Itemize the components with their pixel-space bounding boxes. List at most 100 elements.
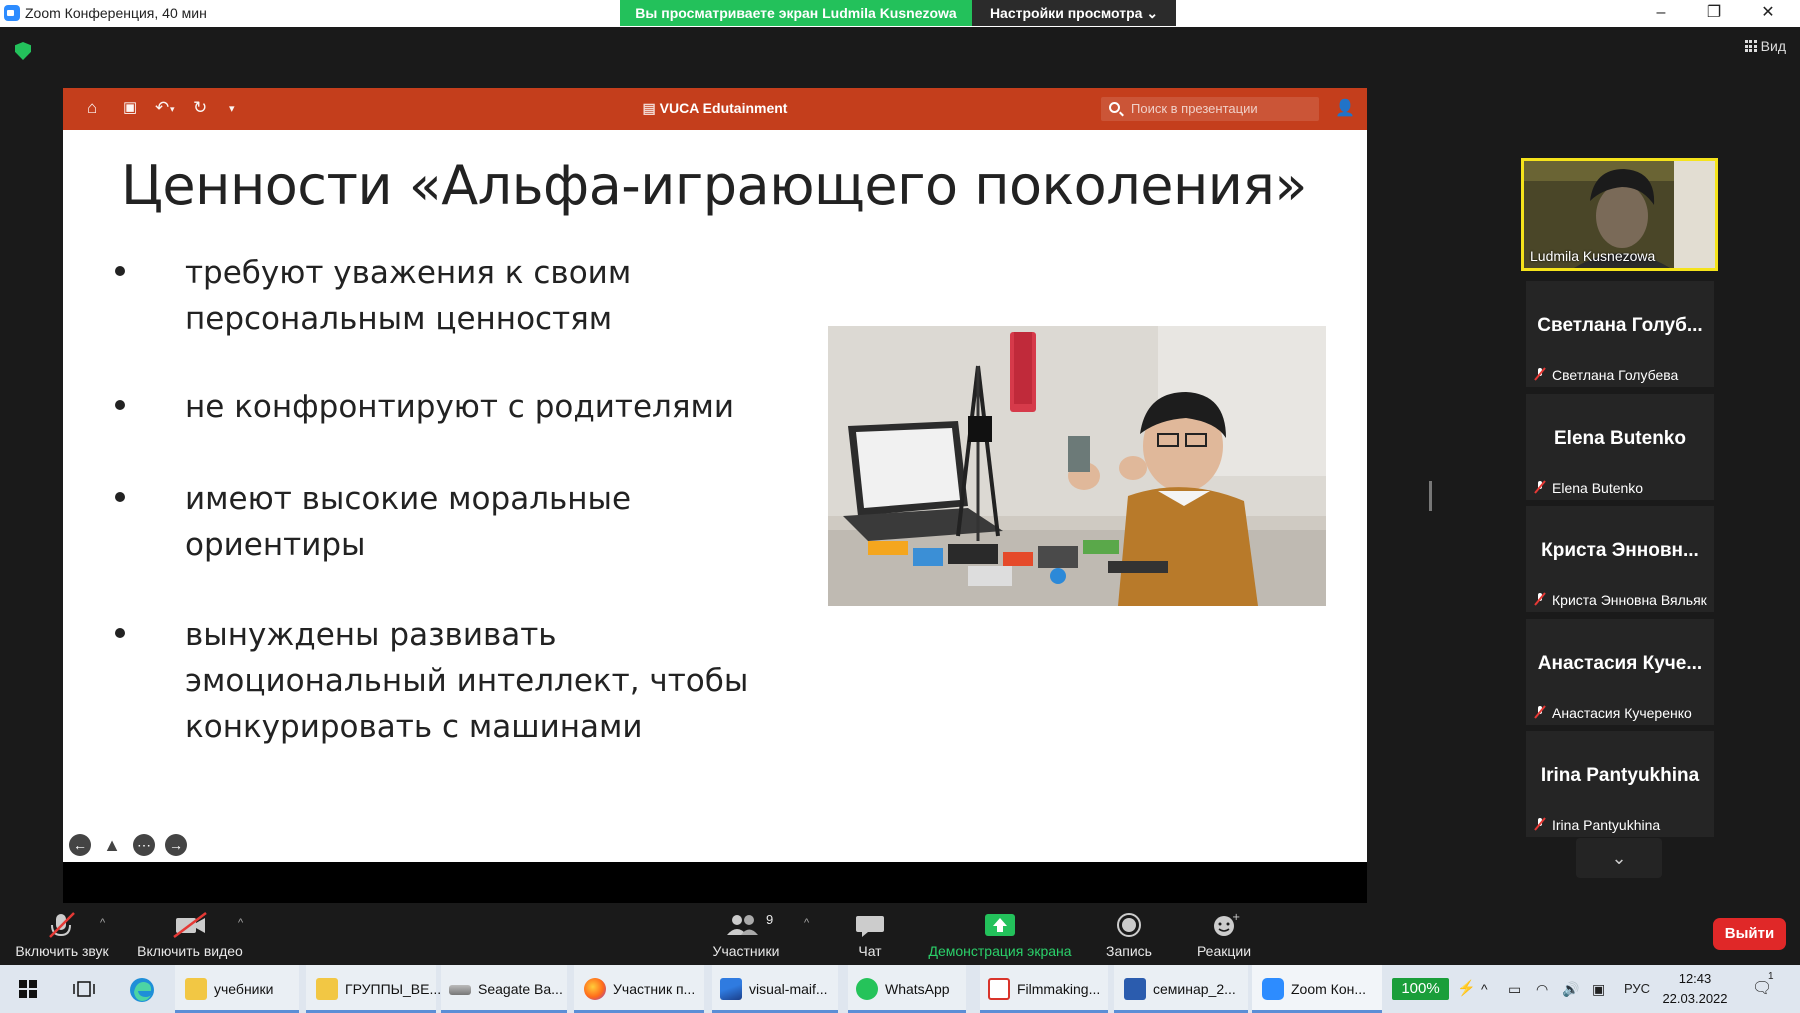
edge-browser-icon[interactable] bbox=[128, 976, 156, 1004]
share-screen-button[interactable]: Демонстрация экрана bbox=[916, 903, 1084, 965]
taskbar-item[interactable]: Участник п... bbox=[574, 965, 704, 1013]
search-icon bbox=[1109, 102, 1120, 113]
participant-name: Irina Pantyukhina bbox=[1552, 817, 1661, 833]
taskbar-item[interactable]: WhatsApp bbox=[848, 965, 966, 1013]
previous-slide-icon[interactable]: ← bbox=[69, 834, 91, 856]
participant-name: Elena Butenko bbox=[1552, 480, 1644, 496]
security-shield-icon[interactable] bbox=[15, 42, 31, 60]
active-speaker-video[interactable]: Ludmila Kusnezowa bbox=[1521, 158, 1718, 271]
bullet-dot bbox=[115, 492, 125, 502]
taskbar-item-label: Filmmaking... bbox=[1017, 981, 1101, 997]
taskbar-item-label: Участник п... bbox=[613, 981, 696, 997]
muted-mic-icon bbox=[1534, 592, 1546, 606]
record-label: Запись bbox=[1106, 943, 1152, 959]
taskbar-item[interactable]: семинар_2... bbox=[1114, 965, 1248, 1013]
battery-indicator[interactable]: 100% bbox=[1392, 978, 1449, 1000]
taskbar-item-label: ГРУППЫ_ВЕ... bbox=[345, 981, 442, 997]
record-button[interactable]: Запись bbox=[1094, 903, 1164, 965]
share-user-icon[interactable]: 👤 bbox=[1335, 98, 1355, 120]
taskbar-item[interactable]: Zoom Кон... bbox=[1252, 965, 1382, 1013]
participants-label: Участники bbox=[712, 943, 780, 959]
chat-label: Чат bbox=[858, 943, 882, 959]
screen-share-banner: Вы просматриваете экран Ludmila Kusnezow… bbox=[620, 0, 972, 26]
start-video-label: Включить видео bbox=[137, 943, 243, 959]
leave-button[interactable]: Выйти bbox=[1713, 918, 1786, 950]
show-hidden-icons-icon[interactable]: ^ bbox=[1481, 965, 1488, 1013]
share-screen-icon bbox=[985, 914, 1015, 936]
close-icon[interactable]: ✕ bbox=[1745, 0, 1791, 26]
zoom-app-icon bbox=[4, 5, 20, 21]
powerpoint-toolbar: ⌂ ▣ ↶ ▾ ↻ ▾ ▤ VUCA Edutainment Поиск в п… bbox=[63, 88, 1367, 130]
chevron-down-icon: ⌄ bbox=[1146, 5, 1159, 21]
bullet-text: имеют высокие моральные ориентиры bbox=[185, 481, 632, 563]
wifi-icon[interactable]: ◠ bbox=[1536, 965, 1548, 1013]
taskbar-item[interactable]: учебники bbox=[175, 965, 299, 1013]
battery-tray-icon[interactable]: ▭ bbox=[1508, 965, 1521, 1013]
taskbar-item[interactable]: Seagate Ba... bbox=[441, 965, 567, 1013]
power-plug-icon[interactable]: ⚡ bbox=[1457, 965, 1476, 1013]
taskbar-item[interactable]: Filmmaking... bbox=[980, 965, 1108, 1013]
input-language[interactable]: РУС bbox=[1624, 965, 1650, 1013]
system-clock[interactable]: 12:43 22.03.2022 bbox=[1656, 969, 1734, 1009]
reactions-label: Реакции bbox=[1196, 943, 1252, 959]
participant-tile[interactable]: Irina Pantyukhina Irina Pantyukhina bbox=[1526, 731, 1714, 837]
minimize-icon[interactable]: – bbox=[1638, 0, 1684, 26]
participant-display-name: Криста Энновн... bbox=[1541, 540, 1699, 561]
presentation-search-input[interactable]: Поиск в презентации bbox=[1101, 97, 1319, 121]
grid-icon bbox=[1744, 40, 1757, 52]
boy-with-gadgets-photo bbox=[828, 326, 1326, 606]
volume-icon[interactable]: 🔊 bbox=[1562, 965, 1579, 1013]
participants-icon bbox=[727, 915, 758, 935]
restore-icon[interactable]: ❐ bbox=[1691, 0, 1737, 26]
unmute-button[interactable]: Включить звук bbox=[8, 903, 116, 965]
view-settings-button[interactable]: Настройки просмотра ⌄ bbox=[972, 0, 1176, 26]
chat-button[interactable]: Чат bbox=[836, 903, 904, 965]
pointer-icon[interactable]: ▲ bbox=[101, 834, 123, 856]
zoom-icon bbox=[1262, 978, 1284, 1000]
task-view-icon[interactable] bbox=[73, 979, 95, 999]
muted-mic-icon bbox=[1534, 480, 1546, 494]
participant-name: Светлана Голубева bbox=[1552, 367, 1679, 383]
participant-name: Криста Энновна Вяльяк bbox=[1552, 592, 1707, 608]
document-icon: ▤ bbox=[642, 100, 660, 116]
unmute-label: Включить звук bbox=[15, 943, 109, 959]
slide-photo bbox=[828, 326, 1326, 606]
notifications-count: 1 bbox=[1768, 971, 1774, 982]
next-slide-icon[interactable]: → bbox=[165, 834, 187, 856]
taskbar-item[interactable]: ГРУППЫ_ВЕ... bbox=[306, 965, 441, 1013]
participants-options-icon[interactable]: ^ bbox=[804, 917, 809, 929]
bullet-dot bbox=[115, 628, 125, 638]
reactions-icon: + bbox=[1214, 912, 1240, 936]
image-icon bbox=[720, 978, 742, 1000]
svg-text:+: + bbox=[1232, 912, 1240, 923]
shared-screen: ⌂ ▣ ↶ ▾ ↻ ▾ ▤ VUCA Edutainment Поиск в п… bbox=[63, 88, 1367, 904]
folder-icon bbox=[316, 978, 338, 1000]
start-video-button[interactable]: Включить видео bbox=[130, 903, 250, 965]
more-options-icon[interactable]: ⋯ bbox=[133, 834, 155, 856]
participants-button[interactable]: 9 Участники bbox=[700, 903, 792, 965]
firefox-icon bbox=[584, 978, 606, 1000]
participant-tile[interactable]: Анастасия Куче... Анастасия Кучеренко bbox=[1526, 619, 1714, 725]
view-settings-label: Настройки просмотра bbox=[989, 5, 1143, 21]
audio-options-icon[interactable]: ^ bbox=[100, 917, 105, 929]
participant-display-name: Анастасия Куче... bbox=[1537, 653, 1703, 674]
network-icon[interactable]: ▣ bbox=[1592, 965, 1605, 1013]
taskbar-item[interactable]: visual-maif... bbox=[712, 965, 838, 1013]
participant-display-name: Светлана Голуб... bbox=[1537, 315, 1703, 336]
participant-tile[interactable]: Elena Butenko Elena Butenko bbox=[1526, 394, 1714, 500]
windows-taskbar: учебники ГРУППЫ_ВЕ... Seagate Ba... Учас… bbox=[0, 965, 1800, 1013]
window-title-bar: Zoom Конференция, 40 мин Вы просматривае… bbox=[0, 0, 1800, 27]
more-participants-button[interactable]: ⌄ bbox=[1576, 838, 1662, 878]
panel-resize-handle[interactable] bbox=[1429, 481, 1432, 511]
windows-start-icon[interactable] bbox=[19, 980, 37, 998]
folder-icon bbox=[185, 978, 207, 1000]
taskbar-item-label: WhatsApp bbox=[885, 981, 950, 997]
bullet-dot bbox=[115, 400, 125, 410]
window-title: Zoom Конференция, 40 мин bbox=[25, 5, 207, 21]
view-button[interactable]: Вид bbox=[1744, 38, 1786, 54]
participant-tile[interactable]: Светлана Голуб... Светлана Голубева bbox=[1526, 281, 1714, 387]
participant-name: Анастасия Кучеренко bbox=[1552, 705, 1692, 721]
video-options-icon[interactable]: ^ bbox=[238, 917, 243, 929]
reactions-button[interactable]: + Реакции bbox=[1184, 903, 1264, 965]
participant-tile[interactable]: Криста Энновн... Криста Энновна Вяльяк bbox=[1526, 506, 1714, 612]
